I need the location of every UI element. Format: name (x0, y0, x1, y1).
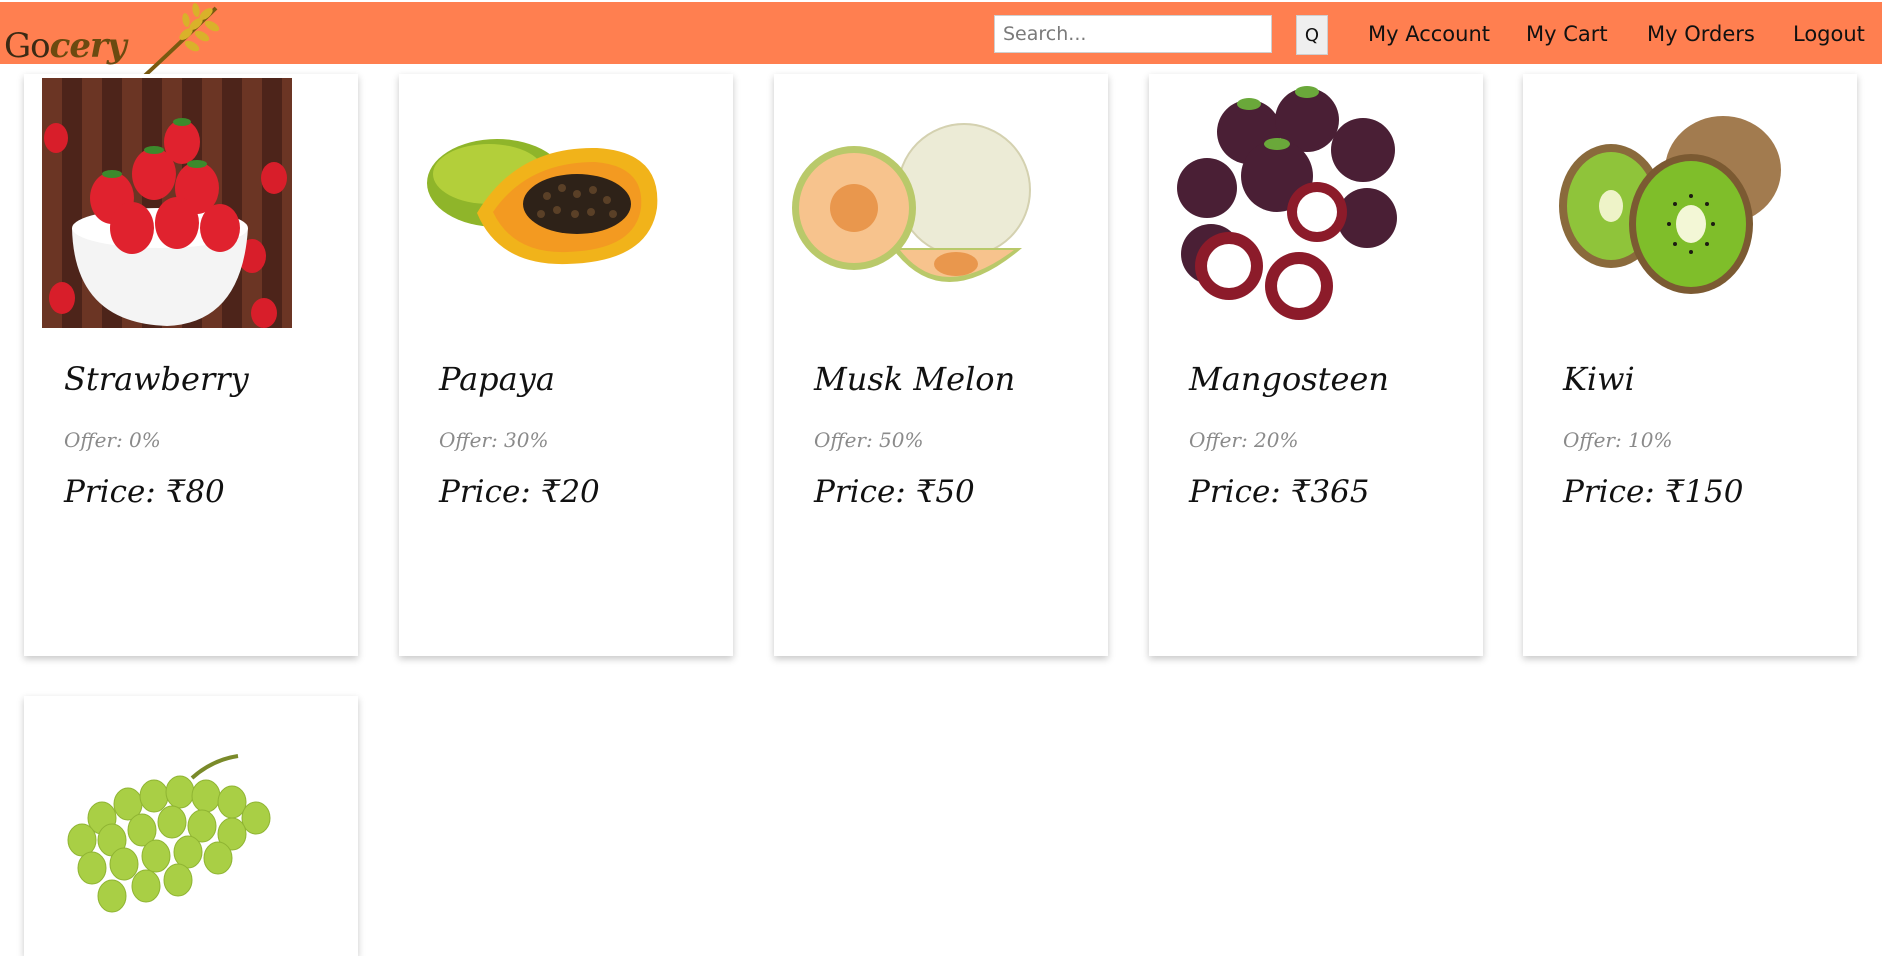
logo-go: Go (4, 26, 51, 66)
gocery-logo[interactable]: Gocery (4, 3, 224, 82)
product-card[interactable]: Strawberry Offer: 0% Price: ₹80 (24, 74, 358, 656)
product-card[interactable]: Musk Melon Offer: 50% Price: ₹50 (774, 74, 1108, 656)
papaya-image (427, 139, 658, 265)
product-price: Price: ₹150 (1563, 474, 1744, 510)
kiwi-image (1559, 116, 1781, 294)
grapes-image (67, 754, 271, 913)
wheat-icon (138, 3, 220, 82)
nav-my-orders[interactable]: My Orders (1647, 22, 1755, 46)
product-offer: Offer: 10% (1563, 428, 1673, 452)
product-price: Price: ₹80 (64, 474, 225, 510)
product-price: Price: ₹50 (814, 474, 975, 510)
product-offer: Offer: 0% (64, 428, 161, 452)
product-offer: Offer: 50% (814, 428, 924, 452)
product-name[interactable]: Kiwi (1563, 360, 1635, 398)
product-offer: Offer: 30% (439, 428, 549, 452)
product-name[interactable]: Papaya (439, 360, 555, 398)
product-card[interactable] (24, 696, 358, 956)
musk-melon-image (792, 123, 1031, 282)
product-price: Price: ₹365 (1189, 474, 1370, 510)
product-name[interactable]: Musk Melon (814, 360, 1015, 398)
nav-logout[interactable]: Logout (1793, 22, 1865, 46)
nav-my-cart[interactable]: My Cart (1526, 22, 1608, 46)
search-button[interactable]: Q (1296, 15, 1328, 55)
product-offer: Offer: 20% (1189, 428, 1299, 452)
logo-text: Gocery (4, 26, 127, 66)
logo-cery: cery (49, 26, 127, 66)
product-name[interactable]: Strawberry (64, 360, 249, 398)
search-input[interactable] (994, 15, 1272, 53)
product-card[interactable]: Mangosteen Offer: 20% Price: ₹365 (1149, 74, 1483, 656)
product-name[interactable]: Mangosteen (1189, 360, 1389, 398)
product-price: Price: ₹20 (439, 474, 600, 510)
navbar: Gocery Q My Account My Cart My Orders Lo… (0, 2, 1882, 82)
product-card[interactable]: Kiwi Offer: 10% Price: ₹150 (1523, 74, 1857, 656)
mangosteen-image (1177, 86, 1397, 320)
product-card[interactable]: Papaya Offer: 30% Price: ₹20 (399, 74, 733, 656)
nav-my-account[interactable]: My Account (1368, 22, 1490, 46)
strawberry-image (42, 78, 292, 328)
